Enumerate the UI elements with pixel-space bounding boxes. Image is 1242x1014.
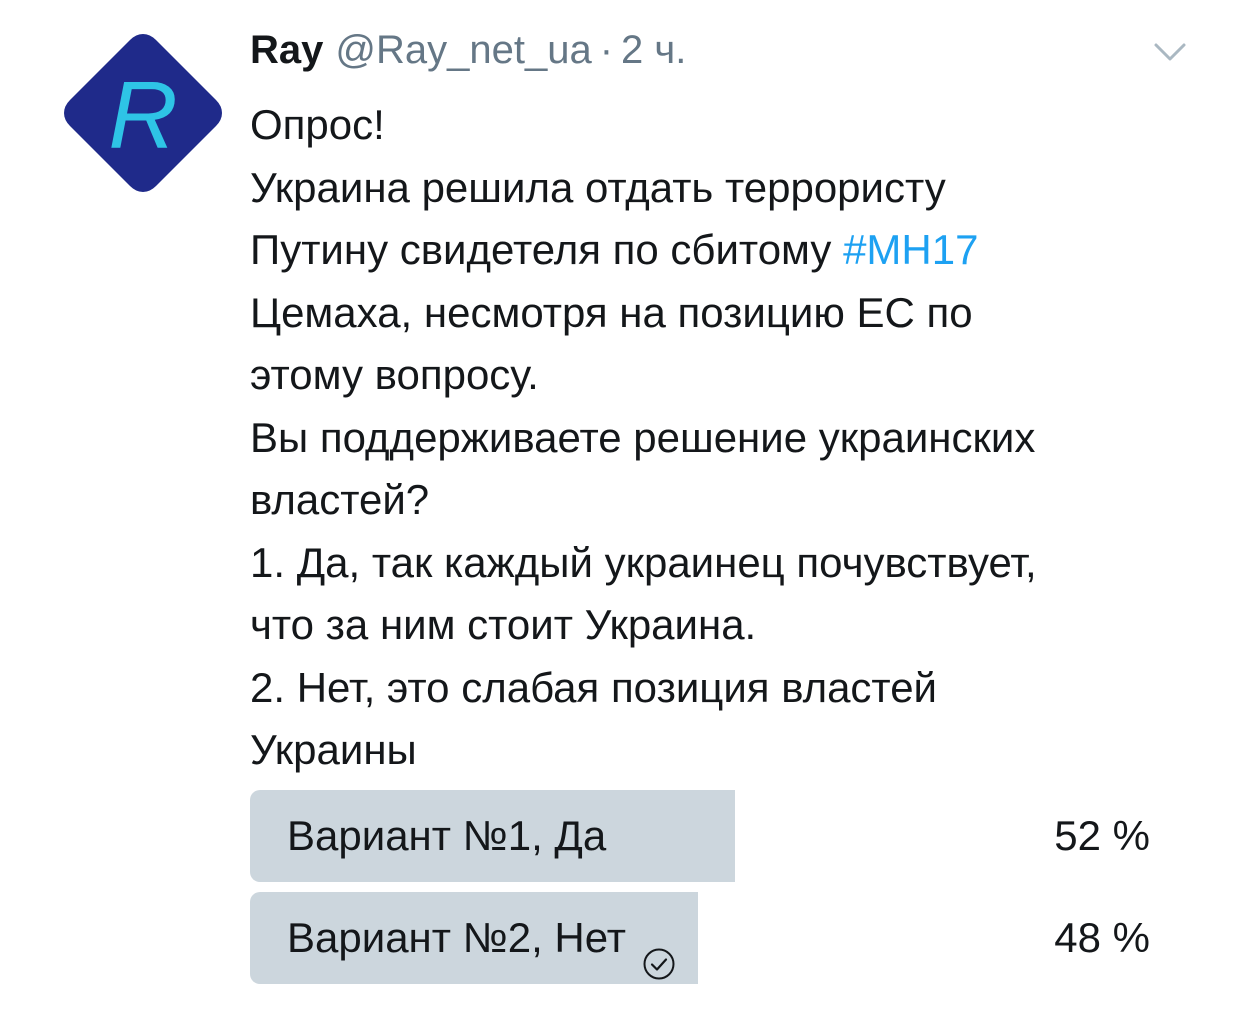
poll-option-label: Вариант №2, Нет [287,892,676,984]
avatar-logo: R [64,34,222,192]
hashtag-link[interactable]: #MH17 [843,226,978,273]
tweet-text-line: что за ним стоит Украина. [250,601,757,648]
author-name[interactable]: Ray [250,28,323,73]
tweet-text-line: Украина решила отдать террористу [250,163,946,211]
avatar[interactable]: R [60,30,226,196]
tweet-text-line: Путину свидетеля по сбитому #MH17 [250,219,1200,282]
avatar-letter: R [108,62,177,169]
poll-percentage: 52 % [1054,812,1150,859]
tweet-timestamp[interactable]: 2 ч. [621,28,686,73]
tweet-text-line: этому вопросу. [250,351,539,398]
tweet: R Ray @Ray_net_ua · 2 ч. Опрос! Украина … [0,0,1242,1014]
poll-option-text: Вариант №2, Нет [287,914,626,961]
author-handle[interactable]: @Ray_net_ua [335,28,591,73]
poll-option-1[interactable]: Вариант №1, Да 52 % [250,790,1150,882]
tweet-header: Ray @Ray_net_ua · 2 ч. [250,28,686,84]
poll: Вариант №1, Да 52 % Вариант №2, Нет 48 % [250,790,1150,994]
separator-dot: · [599,28,614,72]
chevron-down-icon[interactable] [1150,40,1190,64]
tweet-text-line: Опрос! [250,101,385,148]
tweet-text-line: Вы поддерживаете решение украинских [250,413,1036,461]
tweet-text-fragment: Путину свидетеля по сбитому [250,226,844,273]
tweet-text-line: властей? [250,476,430,523]
poll-option-text: Вариант №1, Да [287,812,607,859]
poll-option-2[interactable]: Вариант №2, Нет 48 % [250,892,1150,984]
poll-percentage: 48 % [1054,914,1150,961]
tweet-text-line: 2. Нет, это слабая позиция властей [250,663,938,711]
tweet-text-line: 1. Да, так каждый украинец почувствует, [250,538,1037,586]
check-circle-icon [642,921,676,980]
poll-option-label: Вариант №1, Да [287,790,606,882]
tweet-text-line: Украины [250,726,417,773]
tweet-text: Опрос! Украина решила отдать террористу … [250,94,1200,782]
tweet-text-line: Цемаха, несмотря на позицию ЕС по [250,288,973,336]
